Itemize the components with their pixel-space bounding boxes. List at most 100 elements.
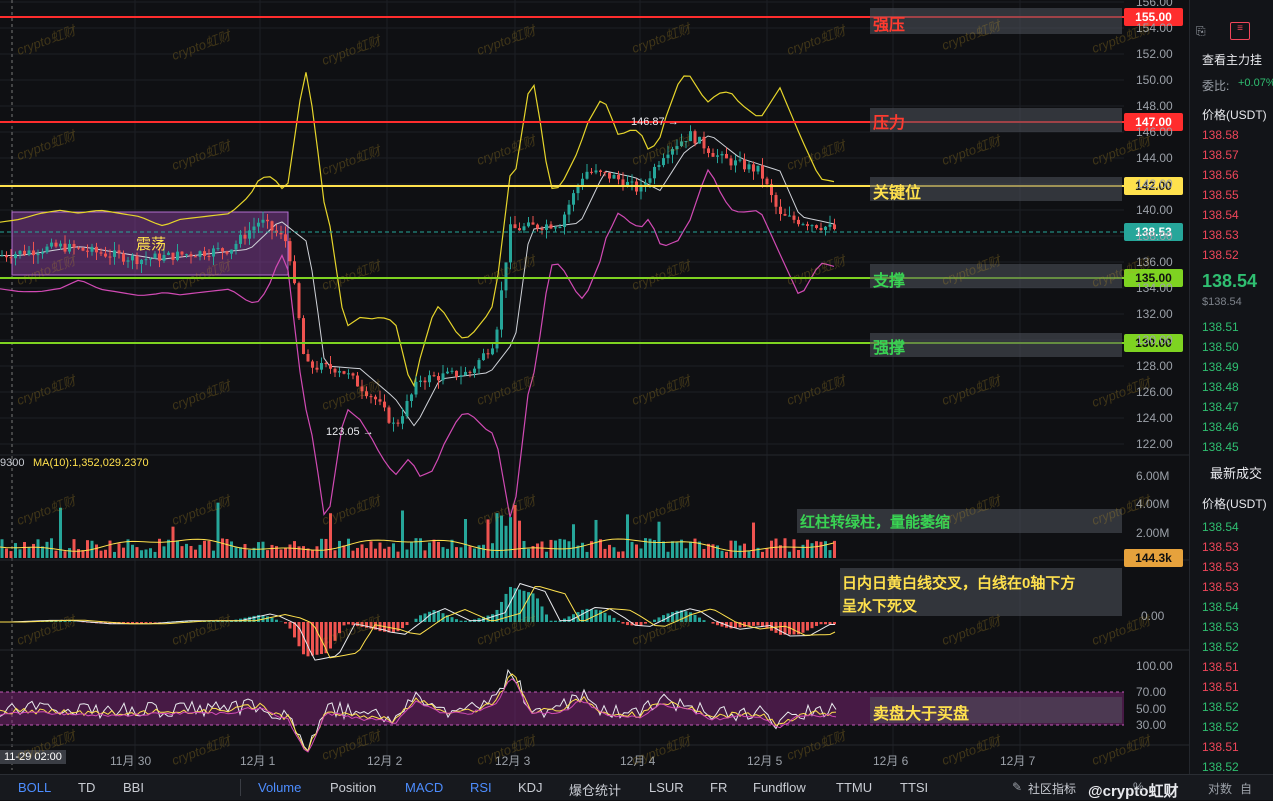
indicator-bbi[interactable]: BBI (123, 780, 144, 795)
volume-bar (370, 541, 373, 558)
candle-body (28, 250, 31, 254)
candle-body (599, 170, 602, 172)
bid-price[interactable]: 138.49 (1202, 360, 1239, 374)
volume-bar (131, 545, 134, 558)
candle-body (10, 257, 13, 258)
candle-body (212, 248, 215, 256)
candle-body (302, 318, 305, 354)
candle-body (446, 372, 449, 374)
candle-body (725, 154, 728, 158)
layout-icon[interactable]: ⎘ (1196, 24, 1206, 39)
candle-body (482, 353, 485, 360)
candle-body (680, 141, 683, 146)
indicator-rsi[interactable]: RSI (470, 780, 492, 795)
volume-bar (635, 544, 638, 558)
volume-bar (829, 550, 832, 558)
candle-body (802, 224, 805, 225)
volume-bar (689, 542, 692, 558)
ask-price[interactable]: 138.55 (1202, 188, 1239, 202)
candle-body (82, 248, 85, 251)
trade-price: 138.53 (1202, 580, 1239, 594)
volume-bar (262, 542, 265, 558)
indicator-toolbar: BOLL TD BBI Volume Position MACD RSI KDJ… (0, 774, 1273, 800)
strong-resist-label: 强压 (873, 11, 905, 35)
volume-bar (212, 551, 215, 558)
macd-hist-bar (329, 622, 332, 649)
macd-hist-bar (401, 622, 404, 628)
indicator-macd[interactable]: MACD (405, 780, 443, 795)
bid-price[interactable]: 138.46 (1202, 420, 1239, 434)
tag-volume: 144.3k (1124, 549, 1183, 567)
volume-bar (415, 538, 418, 558)
main-order-link[interactable]: 查看主力挂 (1202, 51, 1262, 68)
volume-bar (338, 541, 341, 558)
ask-price[interactable]: 138.53 (1202, 228, 1239, 242)
macd-hist-bar (653, 620, 656, 622)
community-indicators[interactable]: 社区指标 (1028, 780, 1076, 797)
macd-hist-bar (460, 621, 463, 622)
rsi-axis-tick: 30.00 (1136, 718, 1166, 732)
auto-toggle[interactable]: 自 (1240, 780, 1252, 797)
macd-hist-bar (149, 622, 152, 623)
x-label: 12月 6 (873, 752, 908, 769)
volume-bar (424, 550, 427, 558)
bid-price[interactable]: 138.51 (1202, 320, 1239, 334)
indicator-ttmu[interactable]: TTMU (836, 780, 872, 795)
volume-bar (145, 549, 148, 558)
indicator-liquidation[interactable]: 爆仓统计 (569, 780, 621, 799)
candle-body (460, 375, 463, 377)
volume-bar (613, 547, 616, 558)
indicator-td[interactable]: TD (78, 780, 95, 795)
bid-price[interactable]: 138.47 (1202, 400, 1239, 414)
candle-body (487, 353, 490, 354)
macd-hist-bar (518, 590, 521, 622)
volume-bar (721, 551, 724, 558)
macd-hist-bar (644, 622, 647, 624)
x-label: 12月 7 (1000, 752, 1035, 769)
indicator-fr[interactable]: FR (710, 780, 727, 795)
ask-price[interactable]: 138.54 (1202, 208, 1239, 222)
candle-body (550, 224, 553, 228)
macd-hist-bar (793, 622, 796, 634)
orderbook-mode-icon[interactable]: ≡ (1230, 22, 1250, 40)
volume-bar (397, 552, 400, 558)
ask-price[interactable]: 138.56 (1202, 168, 1239, 182)
bid-price[interactable]: 138.45 (1202, 440, 1239, 454)
indicator-position[interactable]: Position (330, 780, 376, 795)
candle-body (604, 172, 607, 173)
candle-body (347, 373, 350, 374)
volume-bar (5, 549, 8, 558)
indicator-lsur[interactable]: LSUR (649, 780, 684, 795)
volume-bar (401, 511, 404, 558)
log-toggle[interactable]: 对数 (1208, 780, 1232, 797)
volume-bar (239, 547, 242, 558)
candle-body (500, 290, 503, 329)
candle-body (113, 250, 116, 257)
candle-body (644, 183, 647, 185)
trades-title[interactable]: 最新成交 (1210, 463, 1262, 482)
candle-body (572, 193, 575, 205)
indicator-kdj[interactable]: KDJ (518, 780, 543, 795)
candle-body (464, 372, 467, 375)
candle-body (617, 175, 620, 179)
bid-price[interactable]: 138.48 (1202, 380, 1239, 394)
ask-price[interactable]: 138.52 (1202, 248, 1239, 262)
last-price-usd: $138.54 (1202, 296, 1242, 308)
macd-hist-bar (698, 618, 701, 622)
ask-price[interactable]: 138.57 (1202, 148, 1239, 162)
percent-toggle[interactable]: % (1133, 780, 1144, 794)
candle-body (721, 154, 724, 155)
indicator-volume[interactable]: Volume (258, 780, 301, 795)
macd-hist-bar (307, 622, 310, 656)
bid-price[interactable]: 138.50 (1202, 340, 1239, 354)
macd-hist-bar (671, 612, 674, 622)
indicator-fundflow[interactable]: Fundflow (753, 780, 806, 795)
edit-icon[interactable]: ✎ (1012, 780, 1022, 794)
candle-body (127, 260, 130, 261)
ask-price[interactable]: 138.58 (1202, 128, 1239, 142)
indicator-boll[interactable]: BOLL (18, 780, 51, 795)
volume-bar (235, 547, 238, 558)
indicator-ttsi[interactable]: TTSI (900, 780, 928, 795)
volume-bar (496, 513, 499, 558)
macd-hist-bar (824, 622, 827, 624)
